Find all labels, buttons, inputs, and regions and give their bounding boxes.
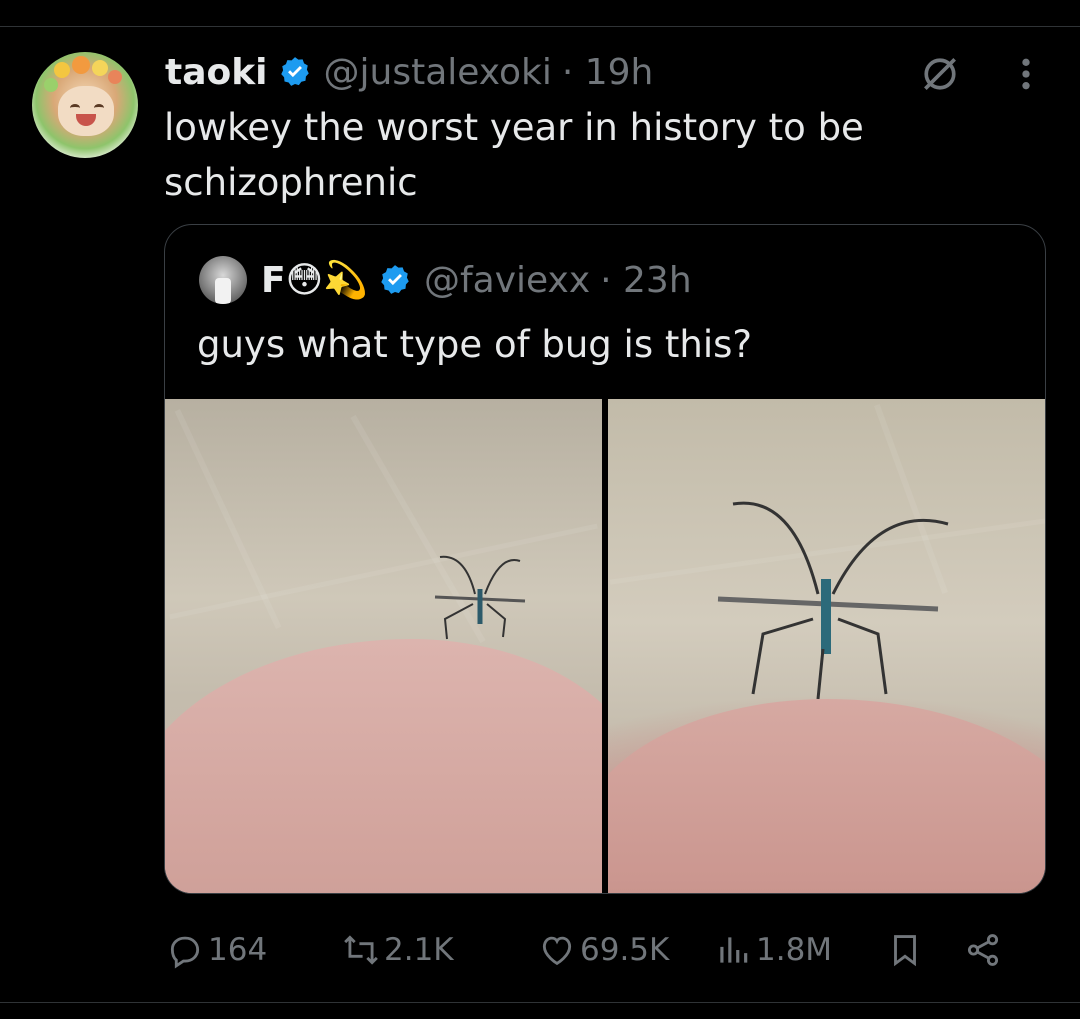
bookmark-icon bbox=[894, 935, 916, 967]
like-icon bbox=[542, 936, 572, 966]
reply-button[interactable]: 164 bbox=[166, 931, 342, 969]
repost-icon bbox=[344, 935, 378, 965]
reply-icon bbox=[170, 936, 200, 969]
repost-count: 2.1K bbox=[384, 932, 454, 968]
more-icon[interactable] bbox=[1012, 54, 1040, 94]
quoted-author-handle[interactable]: @faviexx bbox=[424, 260, 590, 301]
tweet-header: taoki @justalexoki · 19h bbox=[165, 48, 653, 96]
like-count: 69.5K bbox=[580, 932, 670, 968]
reply-count: 164 bbox=[208, 932, 268, 968]
views-icon bbox=[720, 937, 748, 963]
verified-icon bbox=[280, 57, 309, 86]
tweet-time[interactable]: · 19h bbox=[562, 52, 654, 93]
top-divider bbox=[0, 26, 1080, 27]
action-bar: 164 2.1K 69.5K 1.8M bbox=[166, 922, 1036, 978]
bottom-divider bbox=[0, 1002, 1080, 1003]
share-icon bbox=[967, 934, 999, 966]
views-button[interactable]: 1.8M bbox=[714, 931, 886, 969]
author-avatar[interactable] bbox=[32, 52, 138, 158]
quoted-author-avatar[interactable] bbox=[199, 256, 247, 304]
quoted-author-name[interactable]: F😳💫 bbox=[261, 259, 368, 301]
bug-photo-right[interactable] bbox=[608, 399, 1045, 893]
author-handle[interactable]: @justalexoki bbox=[324, 52, 552, 93]
bookmark-button[interactable] bbox=[886, 931, 964, 969]
like-button[interactable]: 69.5K bbox=[538, 931, 714, 969]
quoted-tweet-header: F😳💫 @faviexx · 23h bbox=[199, 255, 692, 305]
grok-icon[interactable] bbox=[918, 52, 962, 96]
author-name[interactable]: taoki bbox=[165, 52, 268, 93]
repost-button[interactable]: 2.1K bbox=[342, 931, 538, 969]
bug-photo-left[interactable] bbox=[165, 399, 602, 893]
verified-icon bbox=[381, 265, 409, 294]
tweet-text: lowkey the worst year in history to be s… bbox=[164, 106, 864, 204]
quoted-tweet-text: guys what type of bug is this? bbox=[197, 323, 753, 366]
share-button[interactable] bbox=[964, 931, 1006, 969]
quoted-tweet[interactable]: F😳💫 @faviexx · 23h guys what type of bug… bbox=[164, 224, 1046, 894]
views-count: 1.8M bbox=[756, 932, 833, 968]
quoted-tweet-time[interactable]: · 23h bbox=[600, 260, 692, 301]
